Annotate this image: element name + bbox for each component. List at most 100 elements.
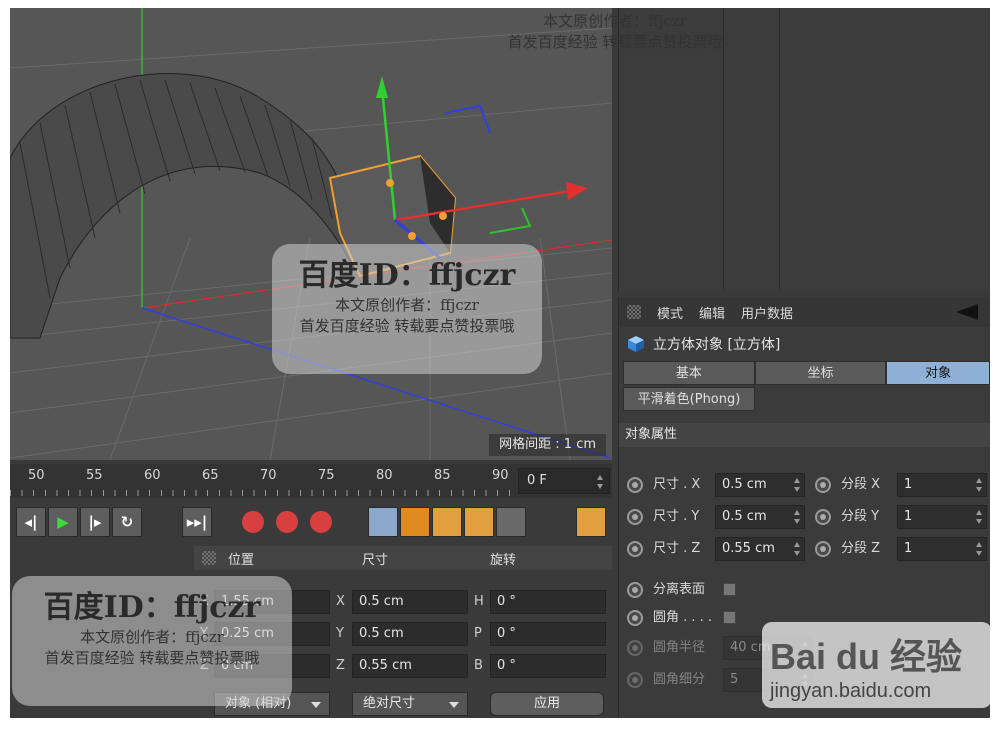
tab-basic[interactable]: 基本 — [623, 361, 755, 385]
size-mode-dropdown[interactable]: 绝对尺寸 — [352, 692, 468, 716]
rot-h-input[interactable]: 0 ° — [490, 590, 606, 614]
rot-p-input[interactable]: 0 ° — [490, 622, 606, 646]
seg-z-label: 分段 Z — [841, 541, 881, 556]
size-x-row: 尺寸 . X 0.5 cm 分段 X 1 — [619, 472, 990, 498]
size-y-anim-radio[interactable] — [627, 509, 643, 525]
tick-label: 70 — [260, 468, 277, 483]
tab-coord[interactable]: 坐标 — [754, 361, 887, 385]
size-z-input[interactable]: 0.55 cm — [715, 537, 805, 561]
point-grid-button[interactable] — [496, 507, 526, 537]
rot-p-axis: P — [474, 626, 482, 641]
separate-surfaces-row: 分离表面 — [619, 577, 990, 603]
fillet-radius-anim-radio — [627, 640, 643, 656]
tick-label: 80 — [376, 468, 393, 483]
size-y-axis: Y — [336, 626, 344, 641]
seg-x-input[interactable]: 1 — [897, 473, 987, 497]
coord-size-z-input[interactable]: 0.55 cm — [352, 654, 468, 678]
tick-label: 60 — [144, 468, 161, 483]
rot-b-axis: B — [474, 658, 483, 673]
apply-button[interactable]: 应用 — [490, 692, 604, 716]
size-x-anim-radio[interactable] — [627, 477, 643, 493]
move-tool-button[interactable] — [368, 507, 398, 537]
grip-icon — [627, 305, 641, 319]
coord-size-y-input[interactable]: 0.5 cm — [352, 622, 468, 646]
chevron-down-icon — [311, 702, 321, 708]
menu-edit[interactable]: 编辑 — [699, 303, 725, 322]
transport-bar: ◂| ▶ |▸ ↻ ▸▸| — [10, 500, 612, 542]
section-object-properties: 对象属性 — [619, 423, 990, 447]
separate-surfaces-label: 分离表面 — [653, 582, 706, 597]
menu-mode[interactable]: 模式 — [657, 303, 683, 322]
viewport-scene — [10, 8, 612, 460]
parameter-tool-button[interactable] — [464, 507, 494, 537]
tick-label: 75 — [318, 468, 335, 483]
size-z-anim-radio[interactable] — [627, 541, 643, 557]
size-z-axis: Z — [336, 658, 345, 673]
seg-x-anim-radio[interactable] — [815, 477, 831, 493]
header-position: 位置 — [228, 553, 255, 568]
rot-b-input[interactable]: 0 ° — [490, 654, 606, 678]
header-rotation: 旋转 — [490, 553, 517, 568]
tab-phong[interactable]: 平滑着色(Phong) — [623, 387, 755, 411]
loop-button[interactable]: ↻ — [112, 507, 142, 537]
seg-x-label: 分段 X — [841, 477, 881, 492]
tick-label: 55 — [86, 468, 103, 483]
object-title-text: 立方体对象 [立方体] — [653, 337, 781, 353]
coord-size-x-input[interactable]: 0.5 cm — [352, 590, 468, 614]
object-title: 立方体对象 [立方体] — [619, 327, 990, 361]
size-y-input[interactable]: 0.5 cm — [715, 505, 805, 529]
fillet-label: 圆角 . . . . — [653, 610, 713, 625]
tick-label: 85 — [434, 468, 451, 483]
object-manager-panel[interactable] — [618, 8, 990, 291]
size-z-label: 尺寸 . Z — [653, 541, 701, 556]
size-x-label: 尺寸 . X — [653, 477, 701, 492]
scale-tool-button[interactable] — [400, 507, 430, 537]
tick-label: 65 — [202, 468, 219, 483]
play-button[interactable]: ▶ — [48, 507, 78, 537]
grid-spacing-label: 网格间距 : 1 cm — [489, 434, 606, 456]
tick-label: 90 — [492, 468, 509, 483]
record-key-button[interactable] — [240, 509, 266, 535]
seg-y-input[interactable]: 1 — [897, 505, 987, 529]
tick-label: 50 — [28, 468, 45, 483]
seg-z-input[interactable]: 1 — [897, 537, 987, 561]
current-frame-field[interactable]: 0 F — [518, 468, 610, 494]
size-z-row: 尺寸 . Z 0.55 cm 分段 Z 1 — [619, 536, 990, 562]
timeline-ticks — [10, 490, 510, 496]
attributes-menubar: 模式 编辑 用户数据 — [619, 297, 990, 327]
goto-end-button[interactable]: ▸▸| — [182, 507, 212, 537]
fillet-subdiv-label: 圆角细分 — [653, 672, 706, 687]
next-key-button[interactable]: |▸ — [80, 507, 110, 537]
header-size: 尺寸 — [362, 553, 389, 568]
attribute-tabs: 基本 坐标 对象 — [619, 361, 990, 385]
fillet-radius-label: 圆角半径 — [653, 640, 706, 655]
prev-key-button[interactable]: ◂| — [16, 507, 46, 537]
chevron-down-icon — [449, 702, 459, 708]
3d-viewport[interactable]: 网格间距 : 1 cm — [10, 8, 612, 460]
rot-h-axis: H — [474, 594, 484, 609]
size-x-input[interactable]: 0.5 cm — [715, 473, 805, 497]
size-x-axis: X — [336, 594, 345, 609]
rotate-tool-button[interactable] — [432, 507, 462, 537]
separate-surfaces-checkbox[interactable] — [723, 583, 736, 596]
seg-y-anim-radio[interactable] — [815, 509, 831, 525]
fillet-anim-radio[interactable] — [627, 610, 643, 626]
separate-anim-radio[interactable] — [627, 582, 643, 598]
timeline-ruler[interactable]: 50 55 60 65 70 75 80 85 90 0 F — [10, 464, 612, 498]
seg-z-anim-radio[interactable] — [815, 541, 831, 557]
size-y-label: 尺寸 . Y — [653, 509, 700, 524]
baidu-jingyan-logo: Bai du 经验 jingyan.baidu.com — [762, 622, 992, 708]
size-y-row: 尺寸 . Y 0.5 cm 分段 Y 1 — [619, 504, 990, 530]
back-arrow-icon[interactable] — [956, 304, 978, 320]
film-strip-button[interactable] — [576, 507, 606, 537]
seg-y-label: 分段 Y — [841, 509, 880, 524]
cinema4d-window: 网格间距 : 1 cm 模式 编辑 用户数据 立方体对象 [立方体] 基本 坐标… — [10, 8, 990, 718]
tab-object[interactable]: 对象 — [886, 361, 990, 385]
fillet-subdiv-anim-radio — [627, 672, 643, 688]
cube-icon — [628, 336, 644, 352]
fillet-checkbox[interactable] — [723, 611, 736, 624]
key-help-button[interactable] — [308, 509, 334, 535]
auto-key-button[interactable] — [274, 509, 300, 535]
menu-user-data[interactable]: 用户数据 — [741, 303, 793, 322]
grip-icon — [202, 551, 216, 565]
